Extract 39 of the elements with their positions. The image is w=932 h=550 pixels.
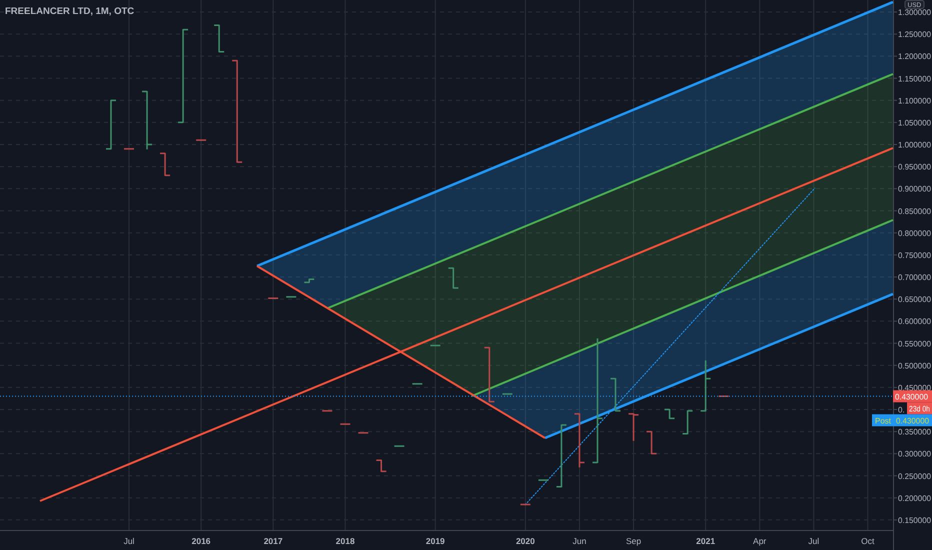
price-axis-label: 0.150000 xyxy=(898,516,932,525)
time-axis-label: Jun xyxy=(572,536,586,546)
price-axis-label: 0.800000 xyxy=(898,228,932,238)
time-axis-label: Jul xyxy=(124,536,134,546)
time-axis-label: Oct xyxy=(861,536,874,546)
time-axis-label: Apr xyxy=(753,536,766,546)
price-axis-label: 0.950000 xyxy=(898,162,932,172)
price-axis-label: 0.750000 xyxy=(898,250,932,260)
price-axis-label: 0.250000 xyxy=(898,472,932,481)
last-price-badge: 0.430000 xyxy=(893,390,932,402)
price-axis-label: 0.500000 xyxy=(898,361,932,370)
price-axis-label: 1.150000 xyxy=(898,74,932,84)
price-axis-label: 0.300000 xyxy=(898,450,932,459)
time-axis-label: Jul xyxy=(808,536,820,546)
price-axis-label: 0.700000 xyxy=(898,273,932,282)
price-axis-label: 0.650000 xyxy=(898,295,932,304)
time-axis-label: 2018 xyxy=(336,536,355,546)
price-axis-label: 1.100000 xyxy=(898,96,932,106)
time-axis-label: 2017 xyxy=(264,536,283,546)
price-axis-label: 0. xyxy=(898,406,905,415)
countdown-badge: 23d 0h xyxy=(907,402,932,414)
chart-title: FREELANCER LTD, 1M, OTC xyxy=(5,6,134,17)
time-axis-label: 2019 xyxy=(426,536,445,546)
price-axis-label: 1.000000 xyxy=(898,140,932,150)
time-axis-label: Sep xyxy=(626,536,642,546)
time-axis-label: 2021 xyxy=(696,536,716,546)
time-axis-label: 2016 xyxy=(192,536,211,546)
price-axis-label: 0.600000 xyxy=(898,317,932,326)
price-axis-label: 0.200000 xyxy=(898,494,932,503)
price-axis-label: 1.300000 xyxy=(898,8,932,18)
price-axis-label: 0.900000 xyxy=(898,184,932,194)
price-axis-label: 0.350000 xyxy=(898,428,932,437)
post-market-badge: Post 0.430000 xyxy=(872,414,932,426)
time-axis-label: 2020 xyxy=(516,536,535,546)
price-axis-label: 1.050000 xyxy=(898,118,932,128)
price-axis-label: 1.250000 xyxy=(898,30,932,40)
price-axis-label: 0.550000 xyxy=(898,339,932,348)
price-axis-label: 1.200000 xyxy=(898,52,932,62)
price-axis-label: 0.850000 xyxy=(898,206,932,216)
